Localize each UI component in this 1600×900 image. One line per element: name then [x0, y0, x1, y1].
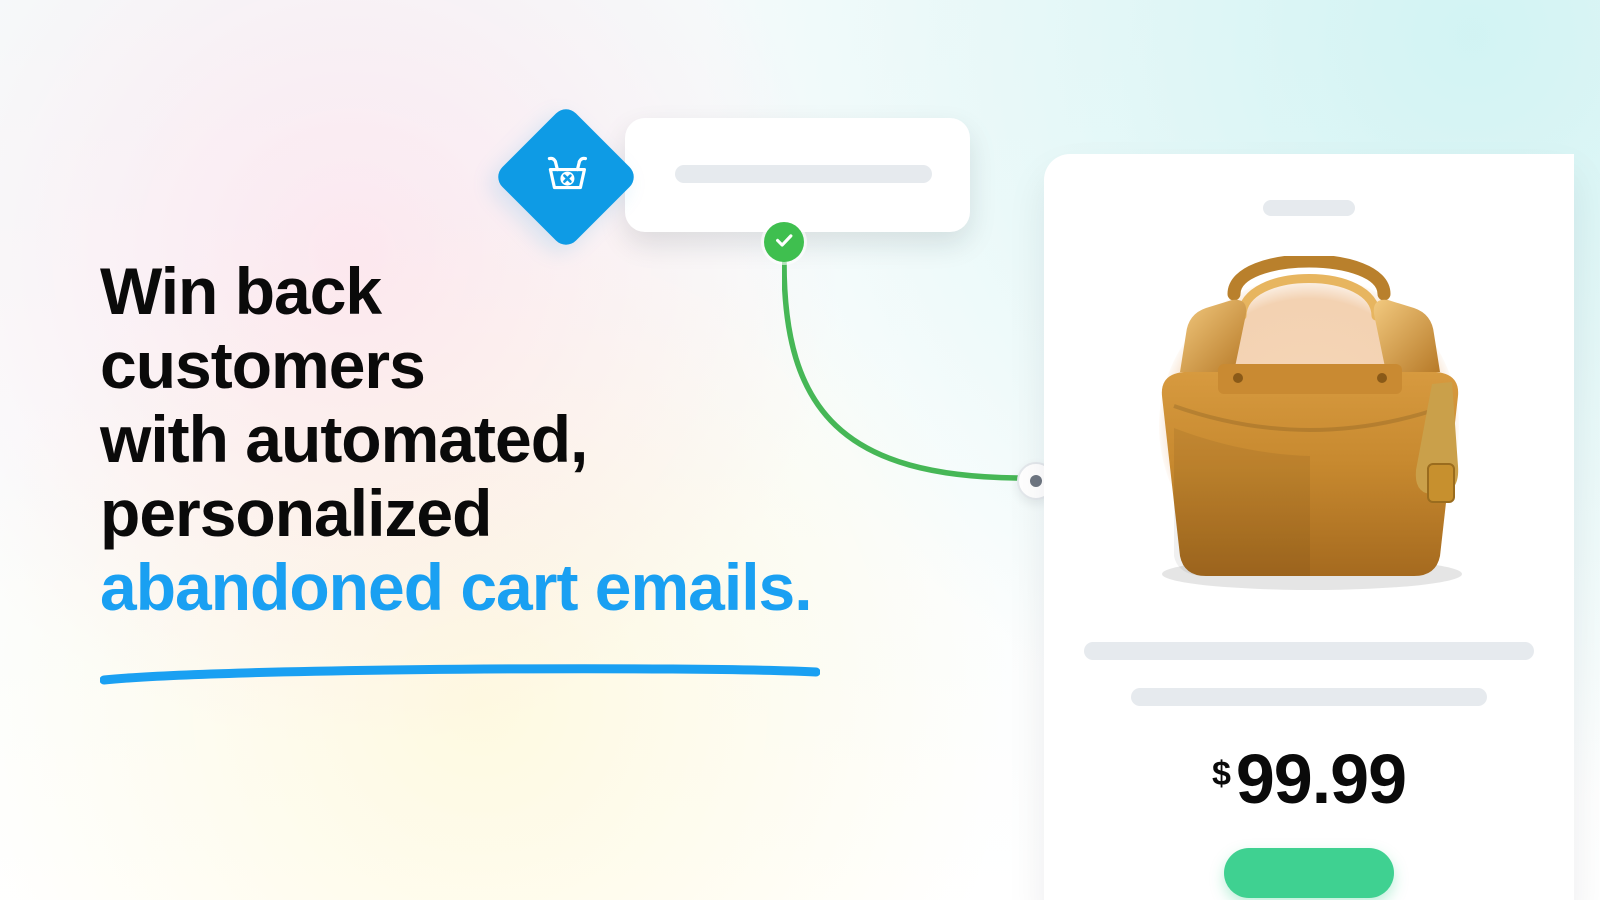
placeholder-bar	[1131, 688, 1487, 706]
flow-success-badge	[764, 222, 804, 262]
email-preview-card: $99.99	[1044, 154, 1574, 900]
product-image	[1094, 240, 1524, 612]
headline-highlight: abandoned cart emails.	[100, 550, 812, 624]
product-price: $99.99	[1080, 744, 1538, 814]
currency-symbol: $	[1212, 755, 1230, 793]
price-value: 99.99	[1236, 740, 1406, 818]
placeholder-bar	[1084, 642, 1534, 660]
placeholder-bar	[1263, 200, 1355, 216]
headline-line-3: with automated,	[100, 402, 587, 476]
headline-line-1: Win back	[100, 254, 381, 328]
cta-button[interactable]	[1224, 848, 1394, 898]
headline-line-2: customers	[100, 328, 425, 402]
promo-canvas: Win back customers with automated, perso…	[0, 0, 1600, 900]
flow-end-dot	[1030, 475, 1042, 487]
headline-line-4: personalized	[100, 476, 491, 550]
highlight-underline	[100, 629, 860, 703]
headline: Win back customers with automated, perso…	[100, 255, 860, 702]
automation-trigger-card	[625, 118, 970, 232]
abandoned-cart-icon	[530, 141, 601, 212]
placeholder-bar	[675, 165, 932, 183]
trigger-badge	[492, 103, 639, 250]
check-icon	[773, 229, 795, 256]
handbag-icon	[1114, 256, 1504, 596]
